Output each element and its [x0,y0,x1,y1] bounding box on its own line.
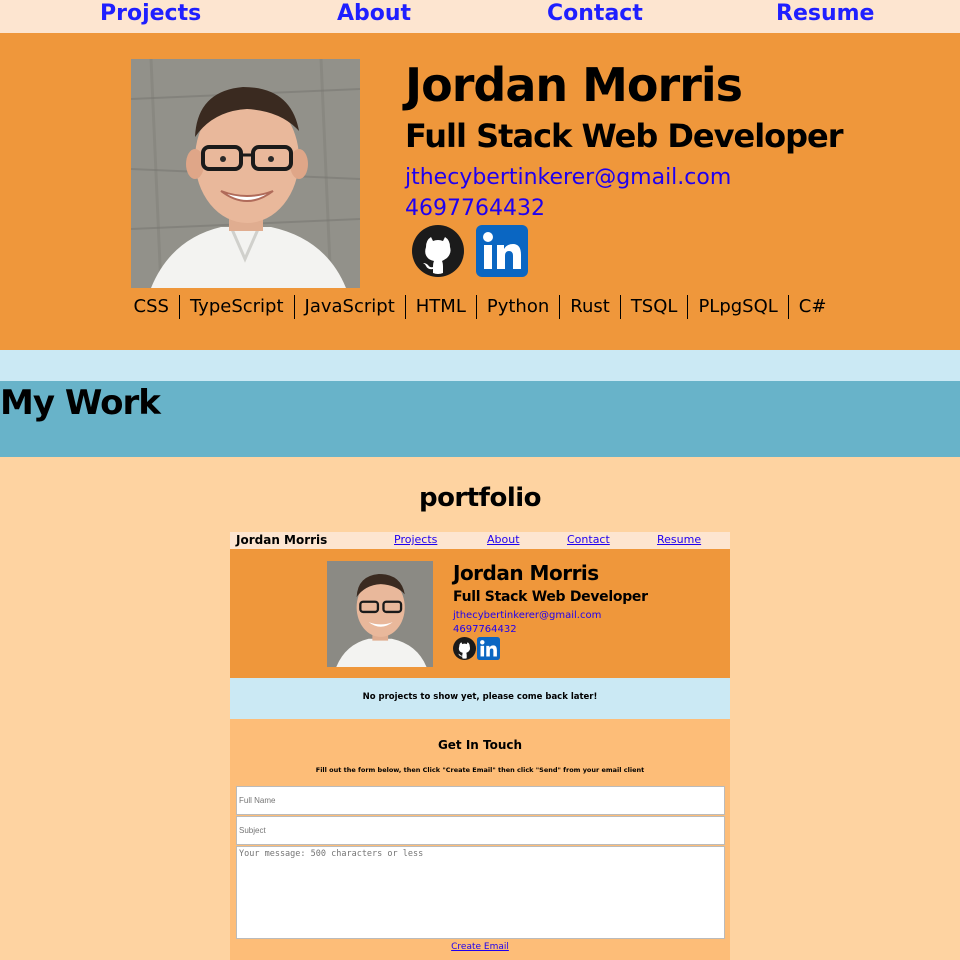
divider-strip [0,350,960,381]
profile-header: Jordan Morris Full Stack Web Developer j… [0,33,960,350]
profile-role: Full Stack Web Developer [405,117,844,155]
skill-item: HTML [404,295,476,319]
preview-no-projects-text: No projects to show yet, please come bac… [362,692,598,702]
section-title: My Work [0,383,161,423]
preview-photo [327,561,433,667]
preview-full-name-field [236,786,725,815]
preview-message-field [236,846,725,939]
preview-create-email-link: Create Email [451,942,509,952]
skill-item: PLpgSQL [687,295,787,319]
skill-item: TSQL [619,295,688,319]
github-icon[interactable] [412,225,464,277]
preview-role: Full Stack Web Developer [453,589,648,605]
skill-item: Python [475,295,559,319]
preview-brand: Jordan Morris [236,533,328,547]
profile-name: Jordan Morris [405,58,743,112]
preview-nav: Jordan Morris Projects About Contact Res… [230,532,730,549]
preview-name: Jordan Morris [453,561,599,585]
project-title: portfolio [418,483,542,513]
preview-subject-field [236,816,725,845]
skill-item: C# [787,295,837,319]
preview-contact-instructions: Fill out the form below, then Click "Cre… [315,766,645,774]
preview-projects-strip: No projects to show yet, please come bac… [230,678,730,719]
skill-item: JavaScript [293,295,405,319]
skill-item: Rust [559,295,620,319]
nav-about-link[interactable]: About [337,0,411,28]
preview-header: Jordan Morris Full Stack Web Developer j… [230,549,730,678]
profile-photo [131,59,360,288]
linkedin-icon [477,637,500,660]
github-icon [453,637,476,660]
linkedin-icon[interactable] [476,225,528,277]
phone-link[interactable]: 4697764432 [405,195,545,223]
skill-item: CSS [133,296,169,317]
preview-nav-about: About [487,533,520,546]
nav-resume-link[interactable]: Resume [776,0,874,28]
preview-nav-resume: Resume [657,533,702,546]
skills-list: CSS TypeScript JavaScript HTML Python Ru… [0,295,960,319]
preview-nav-projects: Projects [394,533,438,546]
nav-contact-link[interactable]: Contact [547,0,643,28]
skill-item: TypeScript [178,295,294,319]
preview-contact-title: Get In Touch [437,738,523,752]
project-preview-image[interactable]: Jordan Morris Projects About Contact Res… [230,532,730,960]
preview-email: jthecybertinkerer@gmail.com [453,610,602,621]
nav-projects-link[interactable]: Projects [100,0,201,28]
preview-phone: 4697764432 [453,624,517,635]
top-nav: Projects About Contact Resume [0,0,960,33]
email-link[interactable]: jthecybertinkerer@gmail.com [405,164,731,192]
preview-nav-contact: Contact [567,533,610,546]
my-work-section: My Work [0,381,960,457]
